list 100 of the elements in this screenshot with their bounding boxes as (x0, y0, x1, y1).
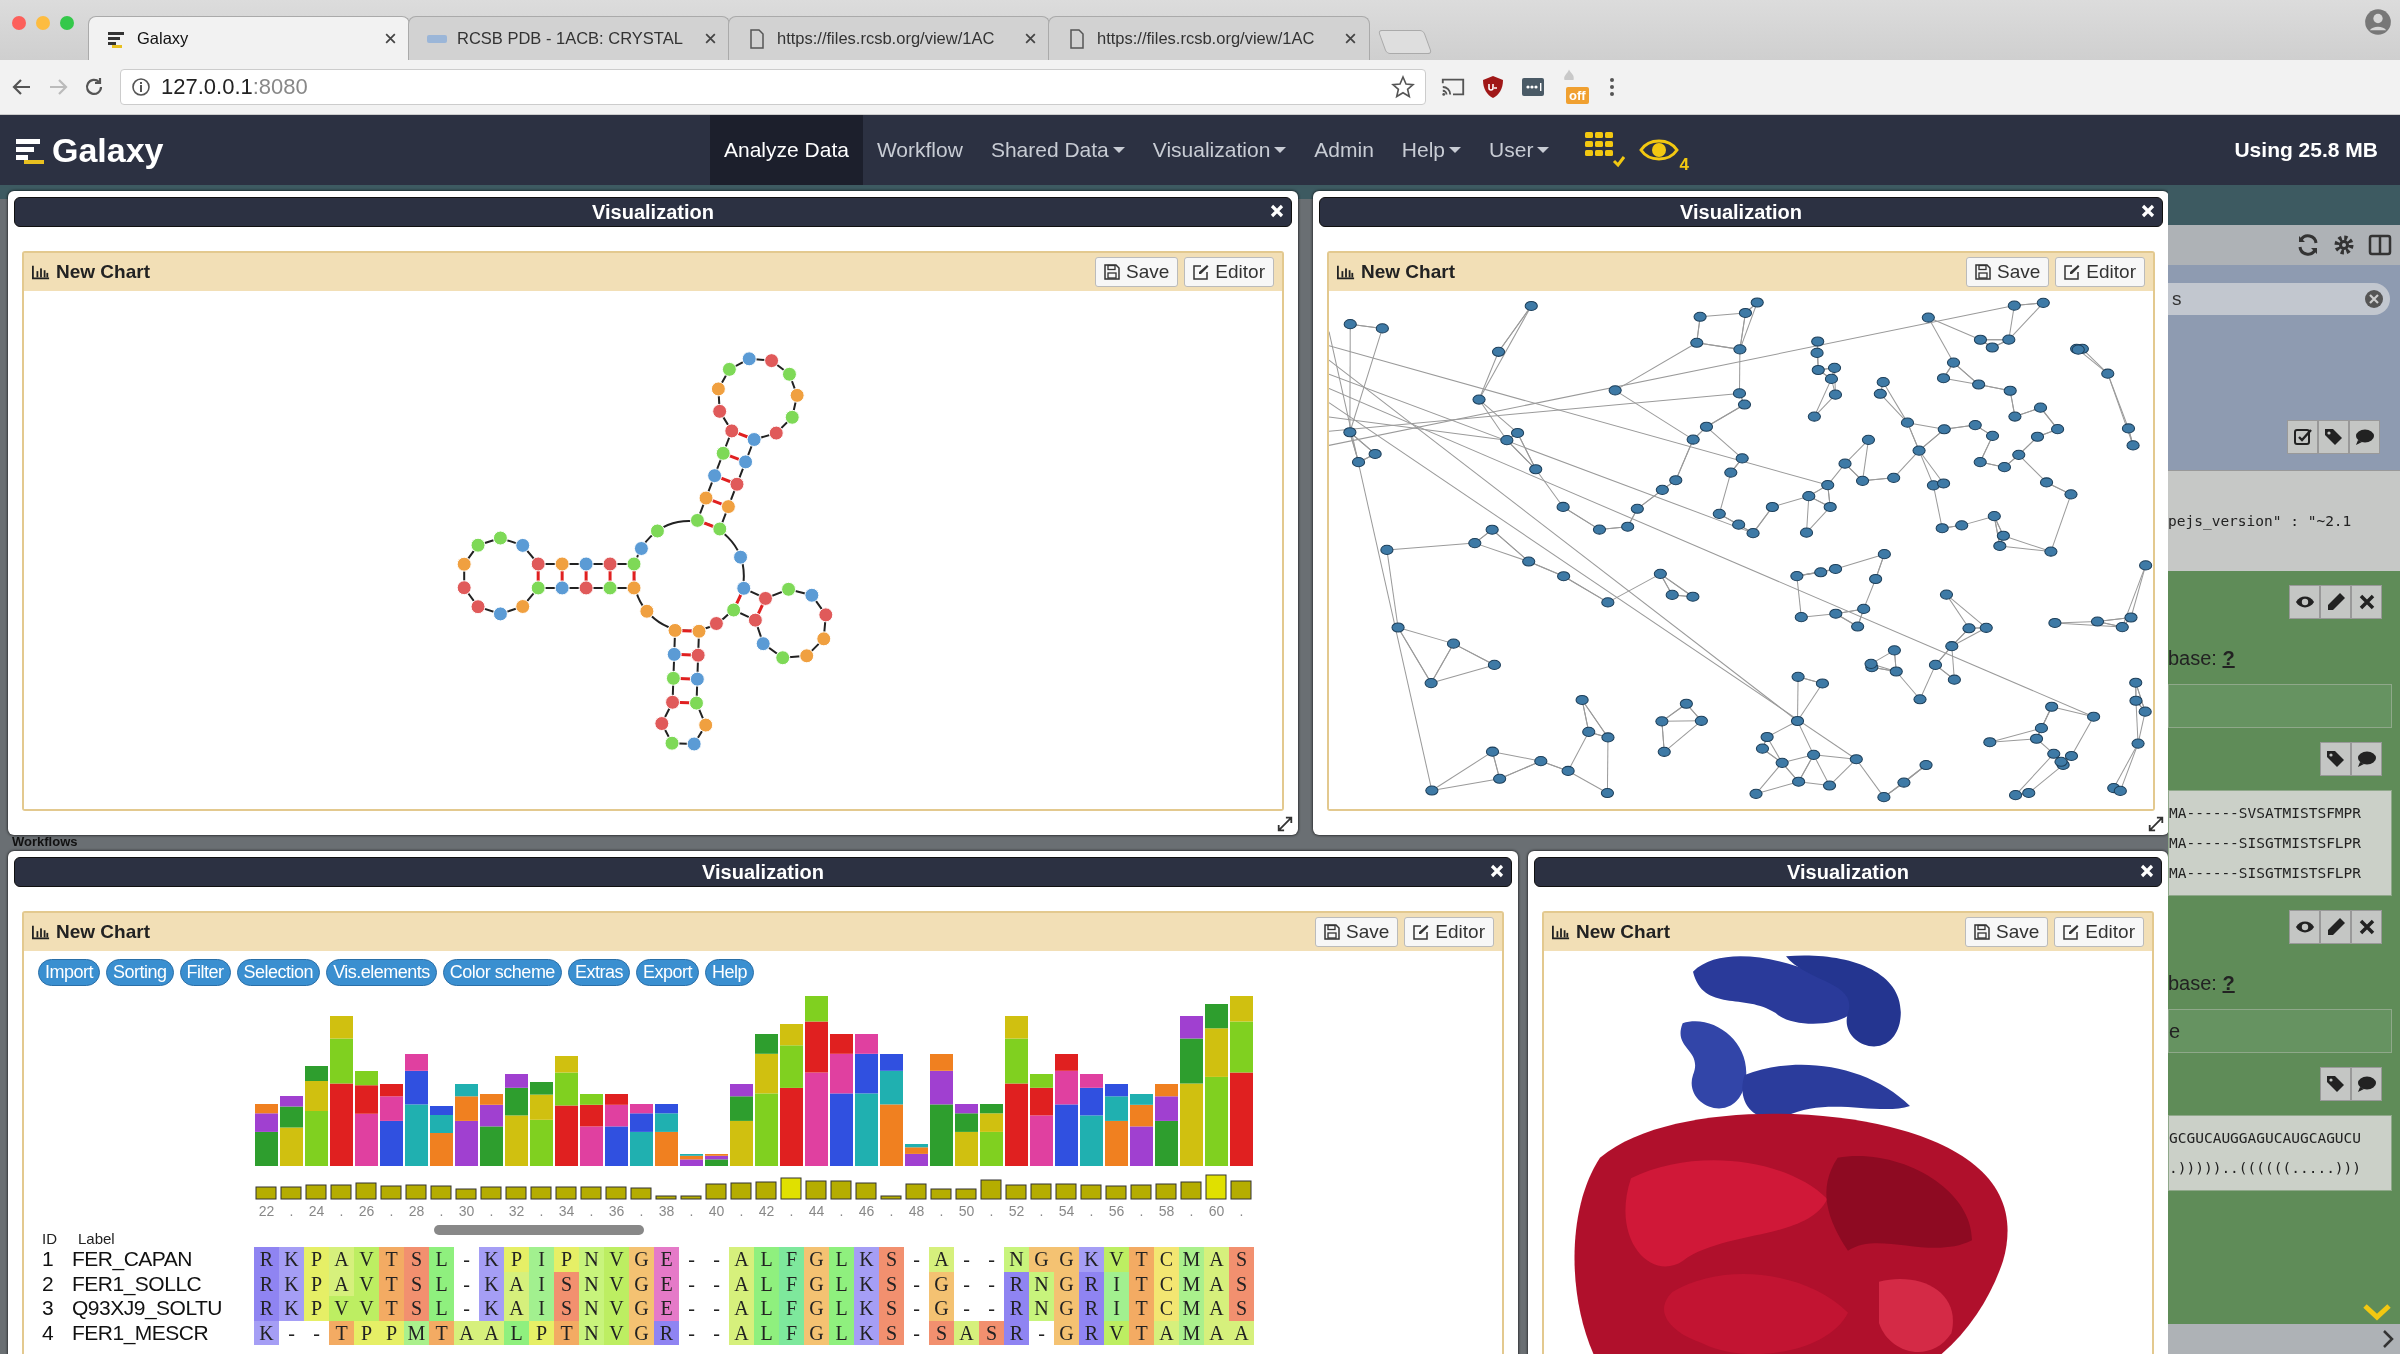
nav-menu-item[interactable]: Admin (1300, 115, 1388, 185)
position-label: . (838, 1203, 845, 1221)
window-title-bar[interactable]: Visualization (14, 857, 1512, 887)
chart-title: New Chart (56, 261, 150, 283)
browser-tab[interactable]: RCSB PDB - 1ACB: CRYSTAL (408, 16, 730, 60)
close-icon[interactable] (704, 32, 717, 45)
residue-cell: G (929, 1271, 954, 1296)
residue-cell: A (1154, 1320, 1179, 1345)
residue-cell: V (604, 1247, 629, 1272)
eye-icon[interactable] (1639, 137, 1680, 163)
residue-cell: S (879, 1296, 904, 1321)
window-title-bar[interactable]: Visualization (14, 197, 1292, 227)
bar-chart-icon (32, 924, 50, 940)
columns-icon[interactable] (2368, 233, 2392, 257)
window-title-bar[interactable]: Visualization (1319, 197, 2163, 227)
delete-button[interactable] (2351, 910, 2382, 944)
password-manager-icon[interactable] (1520, 75, 1546, 99)
residue-cell: K (854, 1320, 879, 1345)
browser-tab[interactable]: https://files.rcsb.org/view/1AC (728, 16, 1050, 60)
residue-cell: K (279, 1296, 304, 1321)
residue-cell: S (879, 1271, 904, 1296)
editor-button[interactable]: Editor (2054, 917, 2144, 947)
residue-cell: K (479, 1247, 504, 1272)
edit-button[interactable] (2320, 585, 2351, 619)
comment-icon (2354, 427, 2375, 447)
residue-cell: N (579, 1320, 604, 1345)
tags-button[interactable] (2320, 742, 2351, 776)
residue-cell: M (1179, 1247, 1204, 1272)
residue-cell: A (1229, 1320, 1254, 1345)
chart-title: New Chart (1361, 261, 1455, 283)
position-label: . (438, 1203, 445, 1221)
annotation-button[interactable] (2351, 1067, 2382, 1101)
close-icon[interactable] (1024, 32, 1037, 45)
edit-button[interactable] (2320, 910, 2351, 944)
window-title-bar[interactable]: Visualization (1534, 857, 2162, 887)
browser-tab[interactable]: https://files.rcsb.org/view/1AC (1048, 16, 1370, 60)
tags-button[interactable] (2318, 420, 2349, 454)
brand-name[interactable]: Galaxy (52, 130, 164, 170)
save-button[interactable]: Save (1095, 257, 1179, 287)
window-title: Visualization (592, 200, 714, 224)
residue-cell: A (729, 1271, 754, 1296)
position-label: 30 (457, 1203, 476, 1221)
resize-handle-icon[interactable] (2147, 815, 2165, 833)
view-button[interactable] (2289, 585, 2320, 619)
address-field[interactable]: 127.0.0.1:8080 (120, 69, 1426, 105)
residue-cell: V (354, 1247, 379, 1272)
check-square-icon (2292, 427, 2313, 447)
residue-cell: L (829, 1296, 854, 1321)
save-button[interactable]: Save (1966, 257, 2050, 287)
residue-cell: R (1079, 1320, 1104, 1345)
residue-cell: G (804, 1271, 829, 1296)
editor-button[interactable]: Editor (2055, 257, 2145, 287)
browser-tab[interactable]: Galaxy (88, 16, 410, 60)
save-button[interactable]: Save (1315, 917, 1399, 947)
position-label: 50 (957, 1203, 976, 1221)
close-icon[interactable] (384, 32, 397, 45)
nav-menu-item[interactable]: Shared Data (976, 115, 1139, 185)
search-field[interactable]: s (2168, 283, 2390, 315)
editor-button[interactable]: Editor (1404, 917, 1494, 947)
residue-cell: L (754, 1271, 779, 1296)
chevron-right-icon[interactable] (2382, 1329, 2394, 1349)
position-label: . (1138, 1203, 1145, 1221)
residue-cell: G (629, 1271, 654, 1296)
scratchbook-grid-icon[interactable] (1585, 132, 1626, 168)
refresh-icon[interactable] (2296, 233, 2320, 257)
shield-icon[interactable] (1480, 75, 1506, 99)
residue-cell: M (1179, 1320, 1204, 1345)
nav-menu-item[interactable]: Help (1387, 115, 1476, 185)
nav-menu-item[interactable]: Workflow (862, 115, 977, 185)
residue-cell: K (279, 1271, 304, 1296)
sequence-id: 4 (41, 1320, 55, 1345)
tags-button[interactable] (2320, 1067, 2351, 1101)
close-icon[interactable] (1344, 32, 1357, 45)
save-button[interactable]: Save (1965, 917, 2049, 947)
resize-handle-icon[interactable] (1276, 815, 1294, 833)
menu-icon[interactable] (1608, 75, 1616, 99)
nav-menu-item[interactable]: User (1475, 115, 1564, 185)
sequence-label: FER1_SOLLC (72, 1271, 203, 1296)
help-link[interactable]: ? (2222, 647, 2235, 669)
select-button[interactable] (2287, 420, 2318, 454)
nav-menu-item[interactable]: Analyze Data (710, 115, 863, 185)
profile-icon[interactable] (2364, 8, 2392, 36)
delete-button[interactable] (2351, 585, 2382, 619)
editor-button[interactable]: Editor (1184, 257, 1274, 287)
clear-icon[interactable] (2364, 289, 2384, 309)
residue-cell: T (429, 1320, 454, 1345)
residue-cell: E (654, 1296, 679, 1321)
residue-cell: G (804, 1320, 829, 1345)
residue-cell: S (1229, 1296, 1254, 1321)
bookmark-star-icon[interactable] (1391, 75, 1415, 99)
settings-icon[interactable] (2332, 233, 2356, 257)
annotation-button[interactable] (2351, 742, 2382, 776)
help-link[interactable]: ? (2222, 972, 2235, 994)
view-button[interactable] (2289, 910, 2320, 944)
nav-menu-item[interactable]: Visualization (1138, 115, 1301, 185)
residue-cell: S (404, 1247, 429, 1272)
document-icon (747, 28, 767, 49)
scrollbar[interactable] (434, 1225, 644, 1235)
position-label: 22 (257, 1203, 276, 1221)
annotation-button[interactable] (2349, 420, 2380, 454)
